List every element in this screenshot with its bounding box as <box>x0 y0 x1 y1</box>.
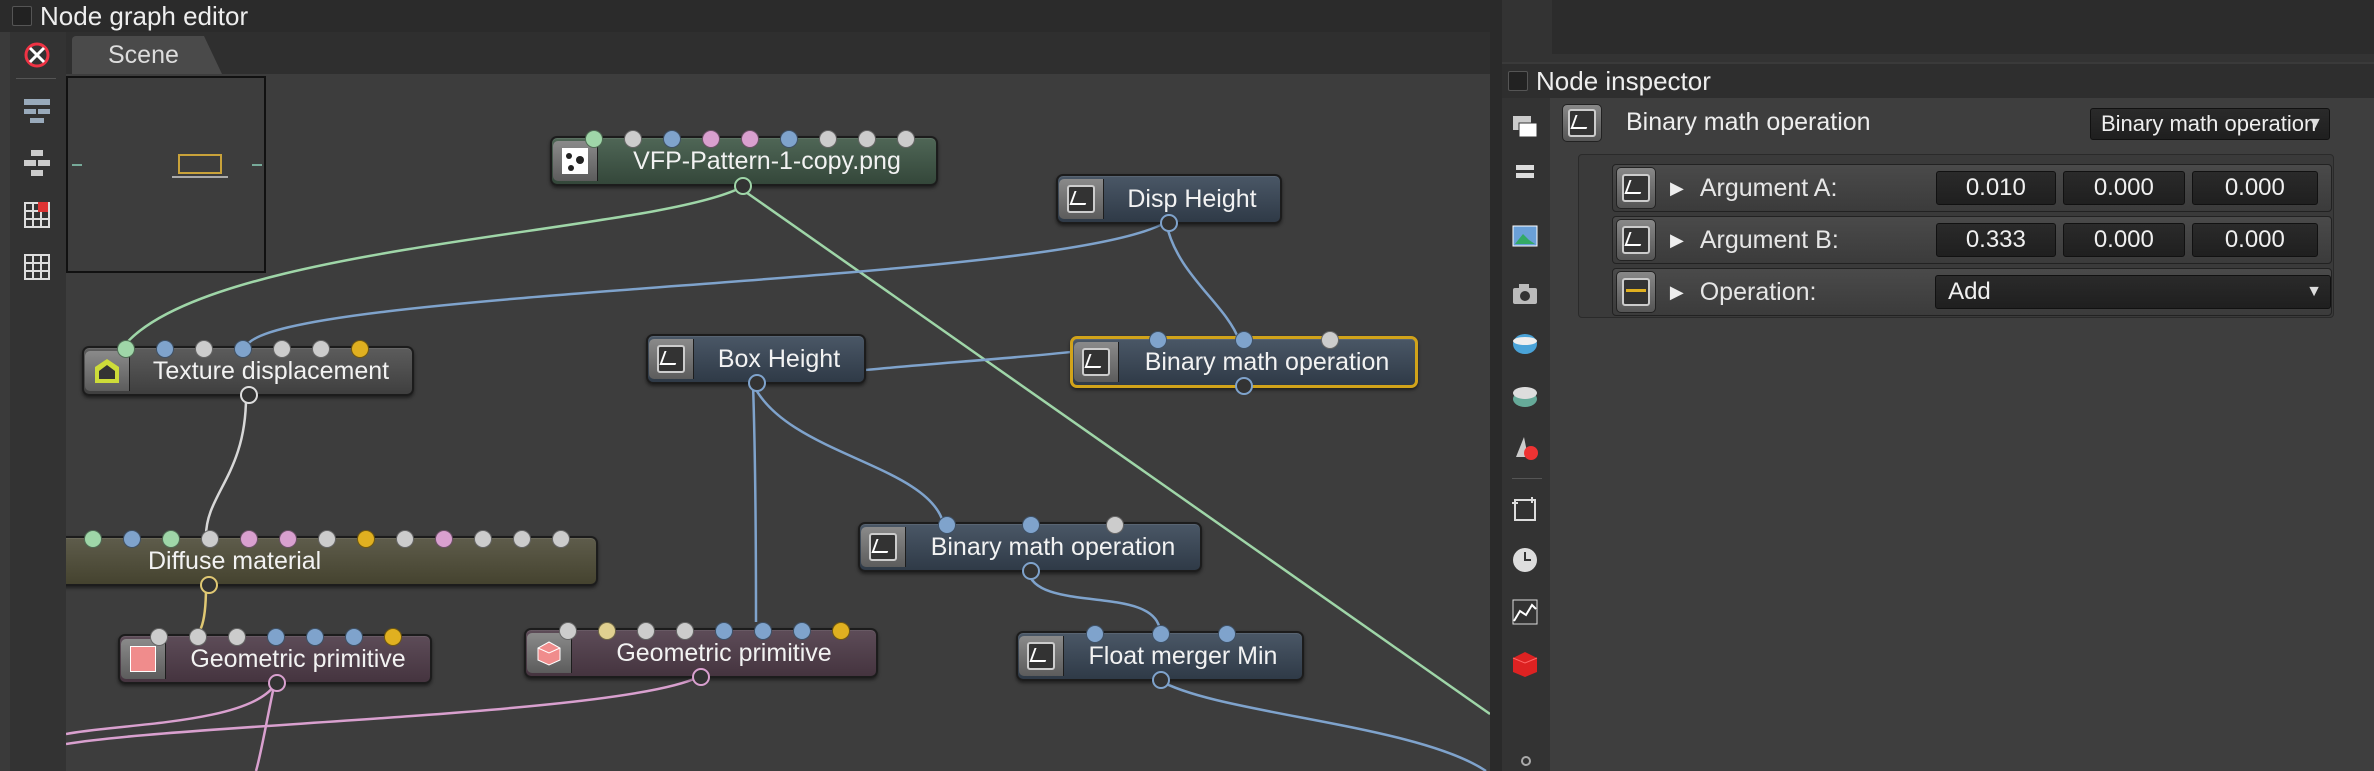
graph-editor-titlebar: Node graph editor <box>0 0 1490 32</box>
environment-icon[interactable] <box>1507 326 1543 362</box>
node-texture-displacement-label: Texture displacement <box>152 356 390 385</box>
node-diffuse-material[interactable]: Diffuse material <box>66 530 598 594</box>
tab-strip <box>66 32 1490 74</box>
argument-a-label: Argument A: <box>1699 173 1838 202</box>
inspector-node-header: Binary math operation Binary math operat… <box>1556 100 2336 146</box>
image-icon[interactable] <box>1507 218 1543 254</box>
recenter-icon[interactable] <box>20 38 54 72</box>
layout-graph-icon[interactable] <box>20 94 54 128</box>
layout-tree-icon[interactable] <box>20 146 54 180</box>
node-type-dropdown-value: Binary math operation <box>2101 111 2317 136</box>
expand-arrow-icon[interactable]: ▶ <box>1670 178 1684 199</box>
node-binary-math-selected[interactable]: Binary math operation <box>1070 331 1418 395</box>
argument-a-x[interactable]: 0.010 <box>1935 171 2056 205</box>
binary-math-icon <box>1562 104 1602 142</box>
tab-scene-label: Scene <box>108 40 179 69</box>
node-binary-math-2[interactable]: Binary math operation <box>858 516 1202 580</box>
node-float-merger-min-label: Float merger Min <box>1088 641 1278 670</box>
float-node-icon <box>649 339 694 379</box>
node-texture-displacement[interactable]: Texture displacement <box>82 340 414 404</box>
layers-icon[interactable] <box>1507 110 1543 146</box>
node-geometric-primitive-1[interactable]: Geometric primitive <box>118 628 432 692</box>
node-disp-height[interactable]: Disp Height <box>1056 174 1282 232</box>
argument-b-icon <box>1616 219 1656 261</box>
graph-editor-title: Node graph editor <box>40 0 249 31</box>
node-inspector-checkbox[interactable] <box>1508 71 1528 91</box>
node-geometric-primitive-2-label: Geometric primitive <box>616 638 832 667</box>
clock-icon[interactable] <box>1507 542 1543 578</box>
graph-editor-checkbox[interactable] <box>12 6 32 26</box>
graph-canvas[interactable]: VFP-Pattern-1-copy.png Disp Height Textu… <box>66 74 1490 771</box>
node-inspector-titlebar: Node inspector <box>1502 64 2374 98</box>
material-icon[interactable] <box>1507 430 1543 466</box>
param-row-operation[interactable]: ▶ Operation: Add ▼ <box>1612 268 2332 316</box>
node-diffuse-material-label: Diffuse material <box>148 546 322 575</box>
node-box-height[interactable]: Box Height <box>646 334 866 392</box>
camera-icon[interactable] <box>1507 276 1543 312</box>
argument-a-z[interactable]: 0.000 <box>2191 171 2318 205</box>
panel-splitter[interactable] <box>1490 0 1502 771</box>
graph-minimap[interactable] <box>66 76 266 273</box>
float-node-icon <box>1019 636 1064 676</box>
node-disp-height-label: Disp Height <box>1127 184 1257 213</box>
graph-toolbar <box>10 32 66 771</box>
param-row-argument-b[interactable]: ▶ Argument B: 0.333 0.000 0.000 <box>1612 216 2332 264</box>
operation-icon <box>1616 271 1656 313</box>
operation-dropdown-value: Add <box>1948 278 1991 305</box>
argument-a-y[interactable]: 0.000 <box>2062 171 2185 205</box>
resize-dot-icon[interactable] <box>1521 756 1531 766</box>
argument-b-label: Argument B: <box>1699 225 1839 254</box>
top-right-panel <box>1502 0 2374 62</box>
tab-scene[interactable]: Scene <box>72 36 222 74</box>
float-node-icon <box>1059 179 1104 219</box>
expand-arrow-icon[interactable]: ▶ <box>1670 282 1684 303</box>
argument-b-z[interactable]: 0.000 <box>2191 223 2318 257</box>
object-icon[interactable] <box>1507 646 1543 682</box>
node-binary-math-selected-label: Binary math operation <box>1144 347 1390 376</box>
histogram-icon[interactable] <box>1507 594 1543 630</box>
crop-icon[interactable] <box>1507 492 1543 528</box>
node-geometric-primitive-2[interactable]: Geometric primitive <box>524 622 878 686</box>
argument-b-y[interactable]: 0.000 <box>2062 223 2185 257</box>
node-vfp-pattern-label: VFP-Pattern-1-copy.png <box>633 146 901 175</box>
math-node-icon <box>1074 342 1119 382</box>
operation-dropdown[interactable]: Add ▼ <box>1935 275 2331 309</box>
argument-b-x[interactable]: 0.333 <box>1935 223 2056 257</box>
math-node-icon <box>861 527 906 567</box>
argument-a-icon <box>1616 167 1656 209</box>
param-row-argument-a[interactable]: ▶ Argument A: 0.010 0.000 0.000 <box>1612 164 2332 212</box>
grid-icon[interactable] <box>20 250 54 284</box>
collapse-icon[interactable] <box>1507 154 1543 190</box>
node-binary-math-2-label: Binary math operation <box>930 532 1176 561</box>
node-box-height-label: Box Height <box>717 344 841 373</box>
expand-arrow-icon[interactable]: ▶ <box>1670 230 1684 251</box>
node-geometric-primitive-1-label: Geometric primitive <box>190 644 406 673</box>
render-layer-icon[interactable] <box>1507 378 1543 414</box>
inspector-node-name: Binary math operation <box>1626 108 1871 136</box>
chevron-down-icon: ▼ <box>2306 283 2322 300</box>
chevron-down-icon: ▼ <box>2307 115 2323 132</box>
snap-grid-icon[interactable] <box>20 198 54 232</box>
operation-label: Operation: <box>1699 277 1817 306</box>
node-inspector-title: Node inspector <box>1536 65 1711 96</box>
node-vfp-pattern[interactable]: VFP-Pattern-1-copy.png <box>550 130 938 195</box>
node-type-dropdown[interactable]: Binary math operation ▼ <box>2090 108 2330 140</box>
node-float-merger-min[interactable]: Float merger Min <box>1016 625 1304 689</box>
